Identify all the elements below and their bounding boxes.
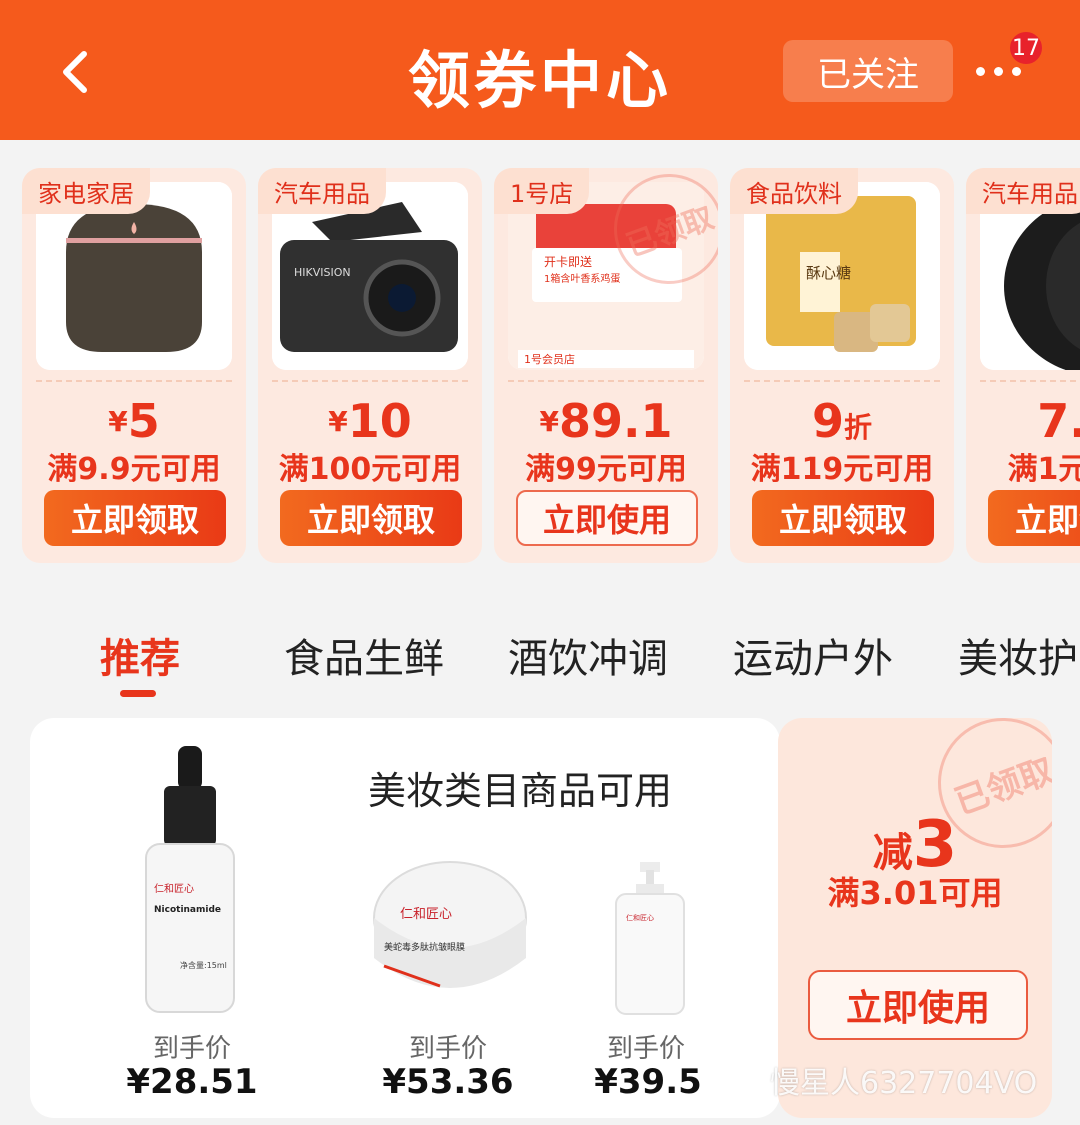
price-label: 到手价 bbox=[408, 1034, 487, 1064]
jar-name: 美蛇毒多肽抗皱眼膜 bbox=[384, 941, 465, 953]
coupon-divider bbox=[980, 380, 1080, 382]
coupon-amount: ¥10 bbox=[258, 394, 482, 448]
coupon-condition: 满119元可用 bbox=[750, 452, 934, 487]
product-item[interactable]: 仁和匠心 美蛇毒多肽抗皱眼膜 bbox=[370, 858, 530, 1022]
claim-button[interactable]: 立即领取 bbox=[988, 490, 1080, 546]
more-dot bbox=[993, 66, 1003, 76]
use-button[interactable]: 立即使用 bbox=[516, 490, 698, 546]
category-tag: 1号店 bbox=[494, 168, 590, 214]
coupon-divider bbox=[36, 380, 232, 382]
product-price: ¥39.5 bbox=[594, 1062, 702, 1102]
active-tab-indicator bbox=[120, 690, 156, 697]
product-section-title: 美妆类目商品可用 bbox=[368, 769, 673, 813]
product-price: ¥28.51 bbox=[126, 1062, 258, 1102]
coupon-amount: 7.5 bbox=[966, 394, 1080, 448]
more-dots-icon bbox=[975, 66, 985, 76]
amount-value: 10 bbox=[347, 394, 412, 448]
eye-mask-jar-image: 仁和匠心 美蛇毒多肽抗皱眼膜 bbox=[373, 861, 527, 988]
coupon-divider bbox=[272, 380, 468, 382]
coupon-divider bbox=[508, 380, 704, 382]
follow-button[interactable]: 已关注 bbox=[783, 40, 953, 102]
coupon-carousel[interactable]: 家电家居 ¥5 满9.9元可用 立即领取 汽车用品 HIKVISION ¥10 … bbox=[0, 168, 1080, 568]
product-item[interactable]: 仁和匠心 Nicotinamide 净含量:15ml bbox=[140, 746, 240, 1020]
category-tag: 汽车用品 bbox=[966, 168, 1080, 214]
coupon-condition: 满1元可用 bbox=[1007, 452, 1080, 487]
coupon-divider bbox=[744, 380, 940, 382]
coupon-condition: 满100元可用 bbox=[278, 452, 462, 487]
category-tag: 食品饮料 bbox=[730, 168, 858, 214]
serum-name: Nicotinamide bbox=[154, 905, 221, 915]
coupon-amount: 9折 bbox=[730, 394, 954, 448]
header-bar: 领券中心 已关注 17 bbox=[0, 0, 1080, 140]
claim-button[interactable]: 立即领取 bbox=[280, 490, 462, 546]
category-tag: 汽车用品 bbox=[258, 168, 386, 214]
currency-symbol: ¥ bbox=[539, 405, 559, 438]
notification-badge: 17 bbox=[1008, 30, 1044, 66]
tab-beauty[interactable]: 美妆护 bbox=[958, 626, 1078, 684]
store-card-sub: 1箱含叶香系鸡蛋 bbox=[544, 272, 620, 285]
coupon-card[interactable]: 家电家居 ¥5 满9.9元可用 立即领取 bbox=[22, 168, 246, 563]
tab-recommend[interactable]: 推荐 bbox=[100, 626, 180, 684]
serum-bottle-image: 仁和匠心 Nicotinamide 净含量:15ml bbox=[145, 746, 235, 1013]
use-button[interactable]: 立即使用 bbox=[808, 970, 1028, 1040]
store-card-title: 开卡即送 bbox=[544, 254, 592, 269]
coupon-amount: ¥5 bbox=[22, 394, 246, 448]
amount-value: 89.1 bbox=[558, 394, 673, 448]
product-price: ¥53.36 bbox=[382, 1062, 514, 1102]
more-dot bbox=[1011, 66, 1021, 76]
claim-button[interactable]: 立即领取 bbox=[44, 490, 226, 546]
coupon-center-page: 领券中心 已关注 17 家电家居 ¥5 满9.9元可用 立即领取 汽车用品 HI… bbox=[0, 0, 1080, 1125]
coupon-amount: ¥89.1 bbox=[494, 394, 718, 448]
jar-brand: 仁和匠心 bbox=[400, 907, 452, 922]
banner-strip bbox=[0, 140, 1080, 160]
coupon-condition: 满99元可用 bbox=[525, 452, 687, 487]
coupon-card[interactable]: 汽车用品 7.5 满1元可用 立即领取 bbox=[966, 168, 1080, 563]
amount-value: 9 bbox=[811, 394, 844, 448]
product-item[interactable]: 仁和匠心 bbox=[610, 858, 690, 1022]
pump-bottle-image: 仁和匠心 bbox=[615, 862, 685, 1015]
coupon-card[interactable]: 1号店 开卡即送 1箱含叶香系鸡蛋 1号会员店 已领取 ¥89.1 满99元可用… bbox=[494, 168, 718, 563]
serum-brand: 仁和匠心 bbox=[154, 883, 194, 895]
amount-value: 7.5 bbox=[1037, 394, 1080, 448]
coupon-card[interactable]: 食品饮料 酥心糖 9折 满119元可用 立即领取 bbox=[730, 168, 954, 563]
serum-volume: 净含量:15ml bbox=[180, 960, 227, 970]
watermark: 慢星人6327704VO bbox=[770, 1066, 1038, 1101]
currency-symbol: ¥ bbox=[108, 405, 128, 438]
camera-brand: HIKVISION bbox=[294, 266, 351, 279]
side-coupon-condition: 满3.01可用 bbox=[827, 874, 1003, 912]
coupon-card[interactable]: 汽车用品 HIKVISION ¥10 满100元可用 立即领取 bbox=[258, 168, 482, 563]
claim-button[interactable]: 立即领取 bbox=[752, 490, 934, 546]
price-label: 到手价 bbox=[606, 1034, 685, 1064]
candy-label: 酥心糖 bbox=[806, 264, 851, 282]
tab-drinks[interactable]: 酒饮冲调 bbox=[508, 626, 668, 684]
amount-unit: 折 bbox=[844, 411, 873, 444]
category-tag: 家电家居 bbox=[22, 168, 150, 214]
tab-food-fresh[interactable]: 食品生鲜 bbox=[284, 626, 444, 684]
price-label: 到手价 bbox=[152, 1034, 231, 1064]
currency-symbol: ¥ bbox=[328, 405, 348, 438]
amount-value: 5 bbox=[127, 394, 160, 448]
product-coupon-card[interactable]: 美妆类目商品可用 仁和匠心 Nicotinamide 净含量:15ml 到手价 … bbox=[30, 718, 780, 1118]
category-tabs: 推荐 食品生鲜 酒饮冲调 运动户外 美妆护 bbox=[0, 600, 1080, 710]
store-name: 1号会员店 bbox=[524, 352, 575, 366]
pump-brand: 仁和匠心 bbox=[626, 913, 654, 922]
coupon-condition: 满9.9元可用 bbox=[47, 452, 221, 487]
tab-sports-outdoor[interactable]: 运动户外 bbox=[733, 626, 893, 684]
